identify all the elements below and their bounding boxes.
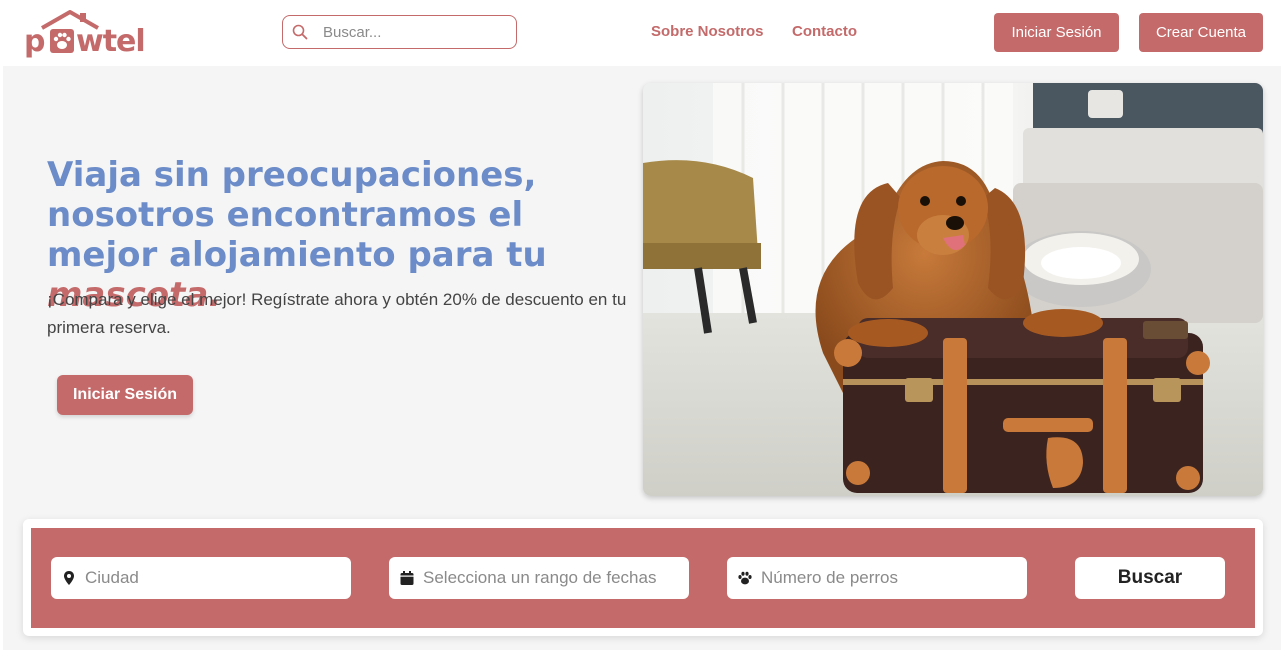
city-input[interactable] — [85, 557, 343, 599]
city-field[interactable] — [51, 557, 351, 599]
paw-icon — [738, 571, 752, 585]
search-icon — [292, 24, 308, 40]
booking-search-card: Buscar — [23, 519, 1263, 636]
paw-logo-icon — [50, 29, 74, 53]
date-range-field[interactable] — [389, 557, 689, 599]
search-input[interactable] — [323, 16, 508, 48]
hero-login-button[interactable]: Iniciar Sesión — [57, 375, 193, 415]
nav-about-link[interactable]: Sobre Nosotros — [651, 23, 764, 40]
logo-letter-p: p — [24, 24, 46, 59]
nav-contact-link[interactable]: Contacto — [792, 23, 857, 40]
booking-search-band: Buscar — [31, 528, 1255, 628]
search-submit-button[interactable]: Buscar — [1075, 557, 1225, 599]
calendar-icon — [400, 571, 414, 585]
header-login-button[interactable]: Iniciar Sesión — [994, 13, 1119, 52]
hero-title-main: Viaja sin preocupaciones, nosotros encon… — [47, 155, 547, 275]
top-header: pawtel p wtel Sobre Nosotros Contacto In… — [0, 0, 1284, 66]
date-range-input[interactable] — [423, 557, 681, 599]
header-search[interactable] — [282, 15, 517, 49]
dogs-count-input[interactable] — [761, 557, 1019, 599]
header-signup-button[interactable]: Crear Cuenta — [1139, 13, 1263, 52]
hero-image-dog-suitcase — [643, 83, 1263, 496]
logo-letters-wtel: wtel — [76, 24, 146, 59]
brand-logo[interactable]: pawtel p wtel — [24, 10, 154, 59]
map-pin-icon — [64, 571, 74, 585]
dog-suitcase-illustration — [643, 83, 1263, 496]
hero-subtitle: ¡Compara y elige el mejor! Regístrate ah… — [47, 290, 627, 337]
dogs-count-field[interactable] — [727, 557, 1027, 599]
